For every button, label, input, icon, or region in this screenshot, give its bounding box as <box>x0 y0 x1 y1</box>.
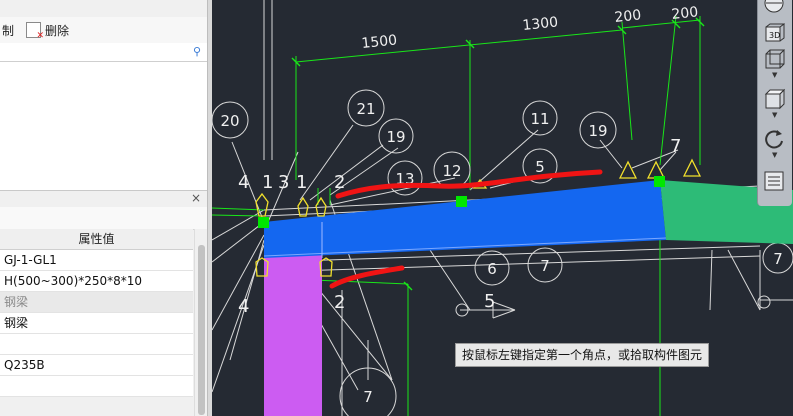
search-icon[interactable]: ⚲ <box>193 45 201 58</box>
property-row[interactable]: 钢梁 <box>0 313 193 334</box>
property-row[interactable] <box>0 376 193 397</box>
chevron-down-icon[interactable]: ▼ <box>772 71 777 79</box>
axis-label: 1 <box>296 172 307 193</box>
property-row[interactable] <box>0 334 193 355</box>
axis-label: 3 <box>278 172 289 193</box>
bubble-label: 7 <box>540 257 550 275</box>
delete-button[interactable]: 删除 <box>16 22 70 41</box>
property-row[interactable]: GJ-1-GL1 <box>0 250 193 271</box>
3d-view-icon[interactable]: 3D <box>763 22 786 44</box>
axis-label: 7 <box>670 136 681 157</box>
chevron-down-icon[interactable]: ▼ <box>772 111 777 119</box>
axis-label: 2 <box>334 172 345 193</box>
view-toolbar: 3D ▼ ▼ ▼ <box>757 0 792 206</box>
component-toolbar: 制 删除 <box>0 17 207 44</box>
component-tree[interactable] <box>0 62 207 191</box>
copy-button[interactable]: 制 <box>2 22 14 39</box>
bubble-label: 21 <box>356 100 375 118</box>
delete-button-label: 删除 <box>45 23 70 38</box>
chevron-down-icon[interactable]: ▼ <box>772 151 777 159</box>
status-tooltip: 按鼠标左键指定第一个角点，或拾取构件图元 <box>455 343 710 367</box>
property-value-column-header: 属性值 <box>0 229 193 250</box>
bubble-label: 19 <box>386 128 405 146</box>
properties-header: × <box>0 191 207 208</box>
properties-tab-strip <box>0 207 207 230</box>
axis-label: 5 <box>484 291 495 312</box>
properties-scrollbar[interactable] <box>194 229 208 416</box>
axis-label: 4 <box>238 296 249 317</box>
bubble-label: 12 <box>442 162 461 180</box>
bubble-label: 19 <box>588 122 607 140</box>
axis-label: 4 <box>238 172 249 193</box>
delete-icon <box>26 22 44 41</box>
close-icon[interactable]: × <box>191 191 201 205</box>
rotate-icon[interactable] <box>763 128 785 150</box>
solid-box-icon[interactable] <box>763 88 786 110</box>
bubble-label: 6 <box>487 260 497 278</box>
bubble-label: 11 <box>530 110 549 128</box>
axis-label: 2 <box>334 292 345 313</box>
property-row[interactable]: Q235B <box>0 355 193 376</box>
property-row[interactable]: H(500~300)*250*8*10 <box>0 271 193 292</box>
bubble-label: 5 <box>535 158 545 176</box>
search-input[interactable]: ⚲ <box>0 43 207 62</box>
dimension-text: 200 <box>671 4 699 23</box>
bubble-label: 7 <box>363 388 373 406</box>
orbit-sphere-icon[interactable] <box>763 0 785 22</box>
copy-button-label: 制 <box>2 23 15 38</box>
dimension-text: 200 <box>614 7 642 26</box>
axis-label: 1 <box>262 172 273 193</box>
properties-table: GJ-1-GL1 H(500~300)*250*8*10 钢梁 钢梁 Q235B <box>0 250 193 397</box>
3d-view-label: 3D <box>769 31 780 40</box>
bubble-label: 20 <box>220 112 239 130</box>
scrollbar-thumb[interactable] <box>198 245 205 415</box>
property-category-row[interactable]: 钢梁 <box>0 292 193 313</box>
bubble-label: 7 <box>773 250 783 268</box>
layer-list-icon[interactable] <box>763 170 785 192</box>
left-panel: 制 删除 ⚲ × 属性值 GJ-1-GL1H(500~300)*250*8*10… <box>0 0 212 416</box>
wireframe-box-icon[interactable] <box>763 48 786 70</box>
